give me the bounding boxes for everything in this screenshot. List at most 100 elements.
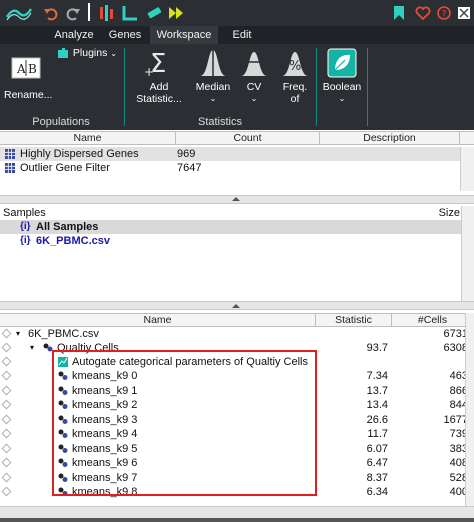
split-divider[interactable]: [0, 195, 474, 204]
cluster-cells: 866: [449, 384, 468, 397]
svg-text:%: %: [289, 59, 301, 74]
scroll-thumb[interactable]: [0, 518, 474, 522]
rename-button[interactable]: AB Rename...: [4, 48, 52, 101]
sample-name: All Samples: [36, 221, 99, 233]
size-header-label[interactable]: Size: [420, 206, 460, 220]
samples-scrollbar[interactable]: [461, 206, 474, 301]
horizontal-scrollbar[interactable]: [0, 506, 474, 522]
cluster-statistic: 6.07: [366, 442, 388, 455]
tree-row-root[interactable]: ▾ 6K_PBMC.csv 6731: [0, 327, 474, 341]
gene-list-icon: [5, 149, 15, 159]
cluster-statistic: 7.34: [366, 370, 388, 382]
statistics-group-label: Statistics: [197, 116, 242, 128]
split-divider[interactable]: [0, 301, 474, 310]
cluster-statistic: 11.7: [367, 428, 388, 440]
gene-table-scrollbar[interactable]: [460, 147, 474, 191]
row-selector-icon[interactable]: [1, 370, 12, 381]
help-icon[interactable]: ?: [436, 3, 452, 23]
table-row[interactable]: Outlier Gene Filter 7647: [0, 161, 474, 175]
close-workspace-icon[interactable]: [456, 3, 472, 23]
svg-text:?: ?: [442, 10, 447, 20]
column-header-cells[interactable]: #Cells: [392, 314, 474, 327]
gene-list-name: Highly Dispersed Genes: [20, 148, 139, 160]
eraser-icon[interactable]: [144, 3, 164, 23]
cluster-cells: 408: [449, 457, 468, 469]
undo-icon[interactable]: [42, 3, 60, 23]
boolean-chevron-icon: ⌄: [338, 94, 346, 103]
median-button[interactable]: Median ⌄: [193, 48, 233, 105]
samples-header-label[interactable]: Samples: [3, 206, 203, 220]
redo-icon[interactable]: [64, 3, 82, 23]
sample-name: 6K_PBMC.csv: [36, 235, 110, 247]
plugins-button[interactable]: Plugins ⌄: [56, 46, 120, 60]
tree-scrollbar[interactable]: [465, 313, 474, 506]
plugins-label: Plugins: [72, 46, 108, 59]
percent-icon: %: [282, 52, 308, 76]
svg-text:+: +: [144, 65, 154, 78]
freq-of-button[interactable]: % Freq. of: [278, 48, 312, 105]
toolbar-separator: [88, 3, 90, 21]
add-statistic-button[interactable]: Σ + Add Statistic...: [134, 48, 184, 105]
row-selector-icon[interactable]: [1, 399, 12, 410]
row-selector-icon[interactable]: [1, 328, 12, 339]
table-row[interactable]: Highly Dispersed Genes 969: [0, 147, 474, 161]
row-selector-icon[interactable]: [1, 457, 12, 468]
divider-up-arrow-icon[interactable]: [232, 197, 240, 201]
forward-icon[interactable]: [168, 3, 186, 23]
tree-root-name: 6K_PBMC.csv: [28, 328, 99, 340]
freq-label-2: of: [290, 93, 300, 105]
group-separator: [316, 48, 317, 126]
column-header-description[interactable]: Description: [320, 132, 460, 145]
menu-workspace[interactable]: Workspace: [150, 26, 218, 44]
sigma-icon: Σ+: [144, 49, 166, 79]
quality-cells-count: 6308: [443, 342, 468, 354]
column-header-statistic[interactable]: Statistic: [316, 314, 392, 327]
heart-icon[interactable]: [414, 3, 432, 23]
menu-genes[interactable]: Genes: [102, 26, 148, 44]
boolean-leaf-icon: [327, 48, 357, 78]
gene-list-name: Outlier Gene Filter: [20, 162, 110, 174]
column-header-count[interactable]: Count: [176, 132, 320, 145]
cv-button[interactable]: CV ⌄: [237, 48, 271, 105]
cluster-cells: 383: [449, 442, 468, 455]
cluster-cells: 844: [449, 399, 468, 411]
chart-icon[interactable]: [120, 3, 140, 23]
expand-arrow-icon[interactable]: ▾: [16, 327, 26, 341]
menu-bar: Analyze Genes Workspace Edit: [0, 26, 474, 44]
populations-group-label: Populations: [32, 116, 90, 128]
row-selector-icon[interactable]: [1, 342, 12, 353]
layout-icon[interactable]: [96, 3, 116, 23]
row-selector-icon[interactable]: [1, 472, 12, 482]
divider-up-arrow-icon[interactable]: [232, 304, 240, 308]
expand-arrow-icon[interactable]: ▾: [30, 341, 40, 355]
group-separator: [367, 48, 368, 126]
freq-label-1: Freq.: [282, 81, 308, 93]
plugins-icon: [58, 48, 68, 58]
tree-header: Name Statistic #Cells: [0, 313, 474, 327]
row-selector-icon[interactable]: [1, 385, 12, 395]
median-bell-icon: [200, 50, 226, 76]
samples-header: Samples Size: [0, 206, 474, 220]
row-selector-icon[interactable]: [1, 486, 12, 497]
sample-row[interactable]: {i} All Samples 1: [0, 220, 474, 234]
cv-chevron-icon: ⌄: [250, 94, 258, 103]
column-header-name[interactable]: Name: [0, 132, 176, 145]
gene-list-icon: [5, 163, 15, 173]
bookmark-icon[interactable]: [392, 3, 406, 23]
gene-list-count: 7647: [177, 162, 202, 174]
row-selector-icon[interactable]: [1, 356, 12, 367]
boolean-button[interactable]: Boolean ⌄: [320, 48, 364, 105]
median-label: Median: [195, 81, 231, 93]
sample-row[interactable]: {i} 6K_PBMC.csv 1: [0, 234, 474, 248]
cluster-cells: 400: [449, 486, 468, 498]
row-selector-icon[interactable]: [1, 414, 12, 424]
median-chevron-icon: ⌄: [209, 94, 217, 103]
app-logo-icon: [4, 3, 34, 23]
menu-analyze[interactable]: Analyze: [46, 26, 102, 44]
cluster-cells: 463: [449, 370, 468, 382]
menu-edit[interactable]: Edit: [222, 26, 262, 44]
row-selector-icon[interactable]: [1, 443, 12, 453]
row-selector-icon[interactable]: [1, 428, 12, 439]
cluster-cells: 739: [449, 428, 468, 440]
column-header-name[interactable]: Name: [0, 314, 316, 327]
